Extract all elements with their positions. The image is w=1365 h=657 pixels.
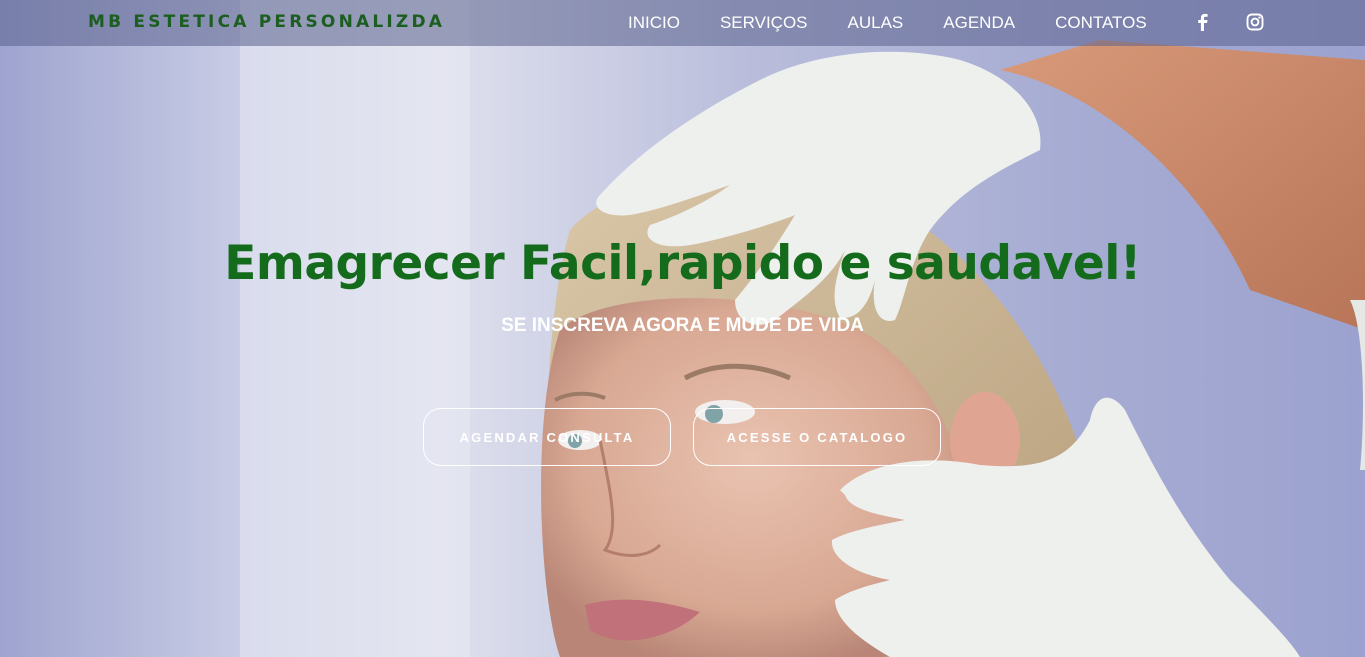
- main-nav: INICIO SERVIÇOS AULAS AGENDA CONTATOS: [628, 13, 1147, 33]
- nav-item-servicos[interactable]: SERVIÇOS: [720, 13, 808, 33]
- catalog-button[interactable]: ACESSE O CATALOGO: [693, 408, 941, 466]
- facebook-icon[interactable]: [1193, 12, 1213, 32]
- nav-item-contatos[interactable]: CONTATOS: [1055, 13, 1147, 33]
- nav-item-aulas[interactable]: AULAS: [848, 13, 904, 33]
- nav-item-inicio[interactable]: INICIO: [628, 13, 680, 33]
- brand-logo-text[interactable]: MB ESTETICA PERSONALIZDA: [88, 12, 445, 32]
- nav-item-agenda[interactable]: AGENDA: [943, 13, 1015, 33]
- top-navbar: MB ESTETICA PERSONALIZDA INICIO SERVIÇOS…: [0, 0, 1365, 46]
- hero-title: Emagrecer Facil,rapido e saudavel!: [224, 236, 1141, 291]
- landing-page: MB ESTETICA PERSONALIZDA INICIO SERVIÇOS…: [0, 0, 1365, 657]
- instagram-icon[interactable]: [1245, 12, 1265, 32]
- schedule-consultation-button[interactable]: AGENDAR CONSULTA: [423, 408, 671, 466]
- hero-subtitle: SE INSCREVA AGORA E MUDE DE VIDA: [501, 315, 864, 336]
